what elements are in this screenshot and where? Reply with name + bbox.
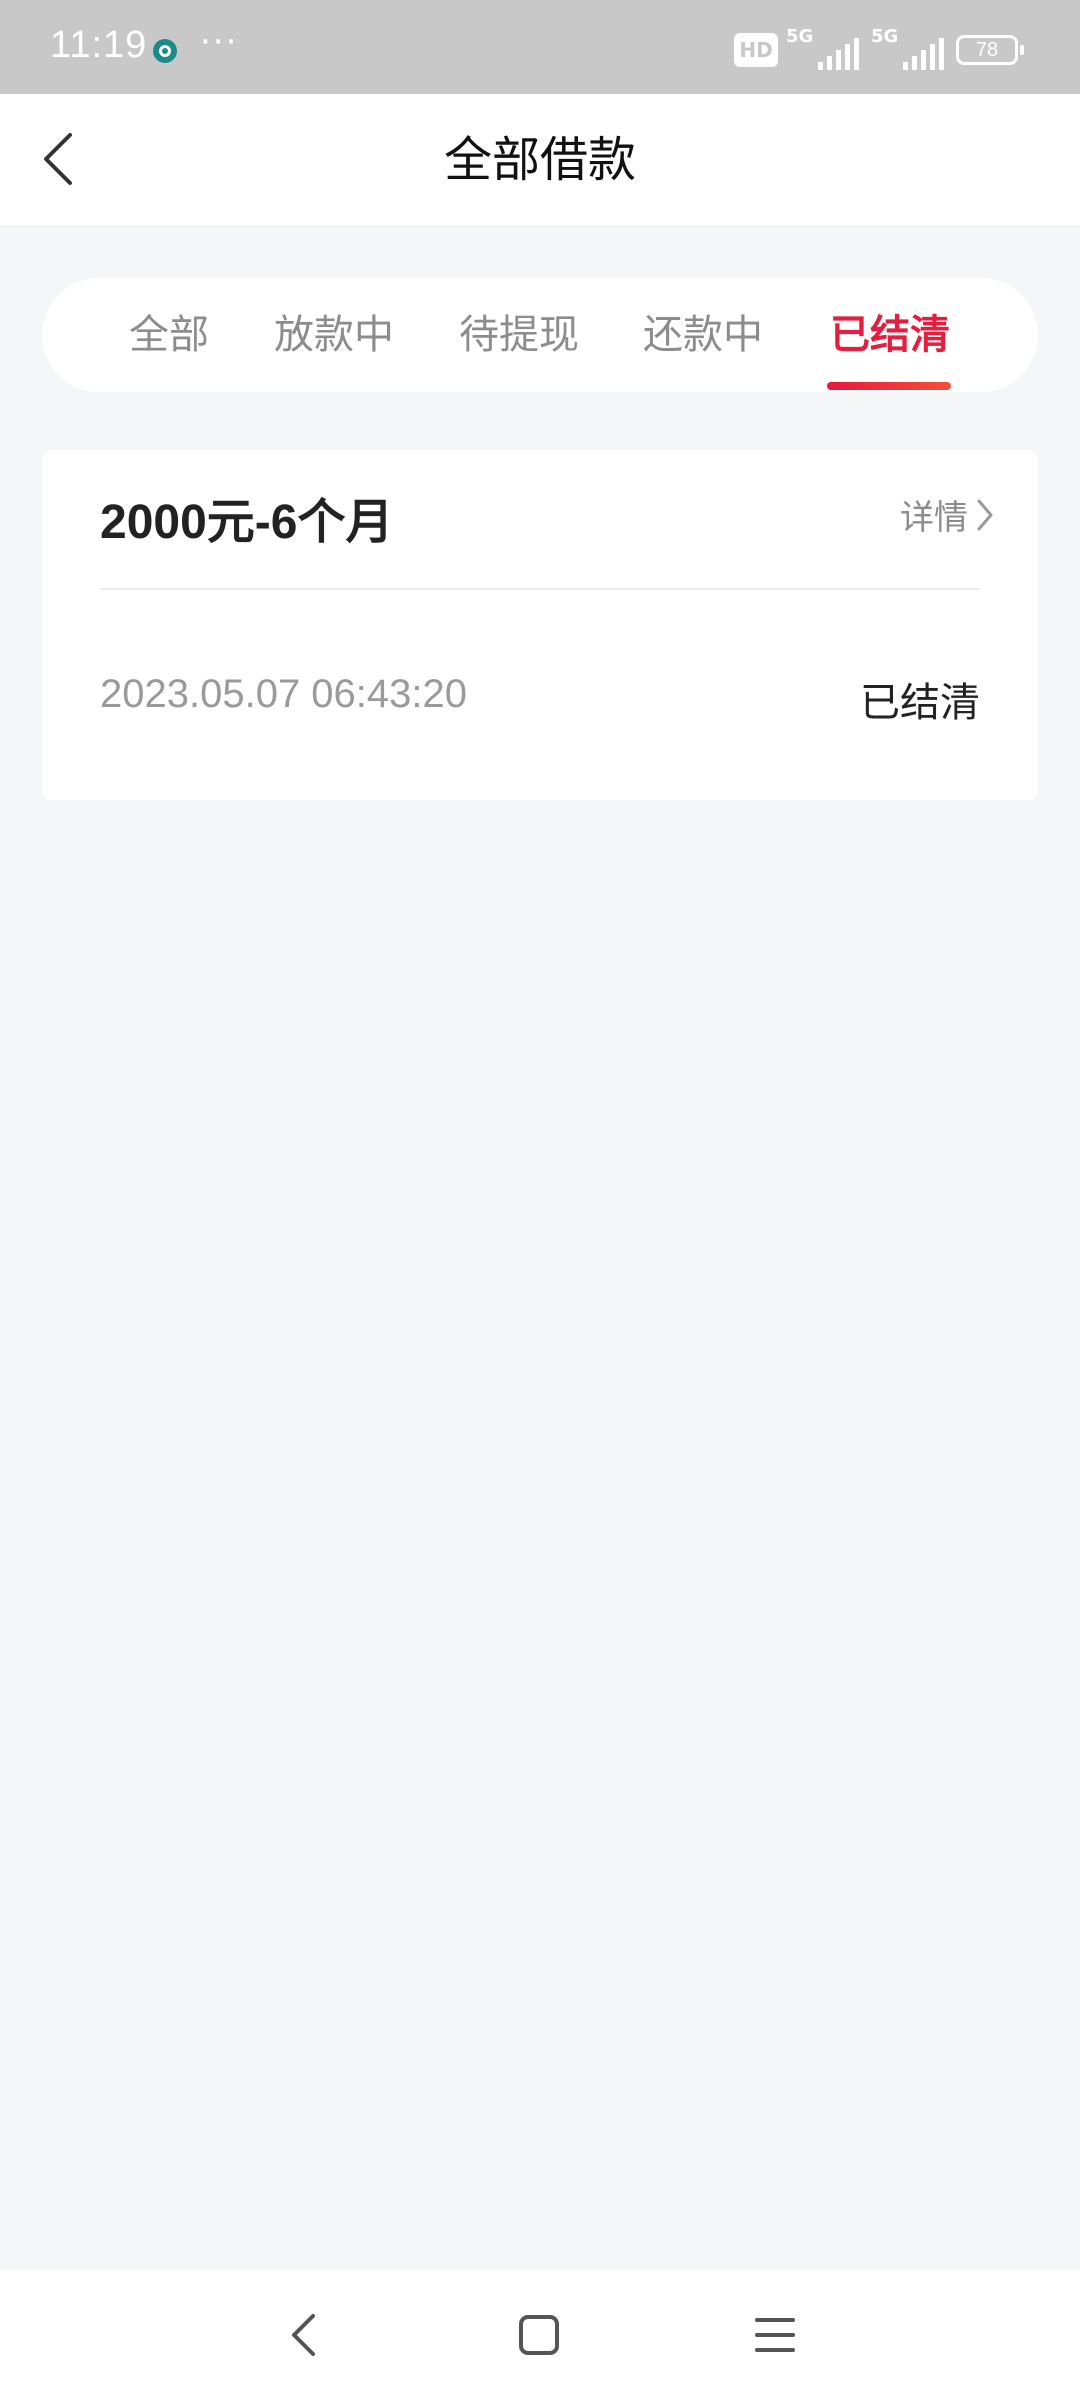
status-time: 11:19	[50, 24, 148, 66]
menu-lines-icon	[755, 2318, 795, 2352]
chevron-right-icon	[977, 499, 993, 530]
detail-link[interactable]: 详情	[900, 490, 994, 539]
tab-pending-withdrawal[interactable]: 待提现	[459, 278, 579, 392]
signal-icon-1: 5G	[786, 26, 859, 70]
nav-back-button[interactable]	[268, 2300, 338, 2370]
loan-date: 2023.05.07 06:43:20	[100, 672, 468, 716]
status-indicators: HD 5G 5G 78	[734, 26, 1024, 70]
detail-label: 详情	[900, 498, 968, 538]
active-tab-indicator	[827, 382, 951, 390]
tab-repaying[interactable]: 还款中	[643, 278, 763, 392]
tab-settled[interactable]: 已结清	[830, 278, 950, 392]
system-nav-bar	[0, 2270, 1080, 2400]
battery-level: 78	[975, 38, 999, 61]
loan-card[interactable]: 2000元-6个月 详情 2023.05.07 06:43:20 已结清	[42, 450, 1038, 800]
chevron-left-icon	[44, 133, 72, 185]
signal-2-bars	[899, 36, 944, 70]
back-button[interactable]	[28, 124, 88, 194]
nav-menu-button[interactable]	[740, 2300, 810, 2370]
card-divider	[100, 588, 980, 590]
signal-1-bars	[814, 36, 859, 70]
loan-status: 已结清	[860, 680, 980, 726]
app-notification-icon	[153, 39, 177, 63]
tab-disbursing[interactable]: 放款中	[274, 278, 394, 392]
battery-icon: 78	[956, 35, 1024, 65]
signal-1-label: 5G	[786, 26, 814, 47]
nav-home-button[interactable]	[504, 2300, 574, 2370]
app-header: 全部借款	[0, 94, 1080, 227]
home-square-icon	[519, 2315, 559, 2355]
status-more-icon: ···	[200, 22, 239, 62]
status-bar: 11:19 ··· HD 5G 5G 78	[0, 0, 1080, 94]
tab-all[interactable]: 全部	[129, 278, 209, 392]
hd-icon: HD	[734, 33, 778, 67]
page-title: 全部借款	[443, 132, 636, 188]
loan-status-tabs: 全部 放款中 待提现 还款中 已结清	[42, 278, 1038, 392]
back-triangle-icon	[292, 2314, 315, 2356]
loan-title: 2000元-6个月	[100, 496, 394, 549]
signal-icon-2: 5G	[871, 26, 944, 70]
signal-2-label: 5G	[871, 26, 899, 47]
